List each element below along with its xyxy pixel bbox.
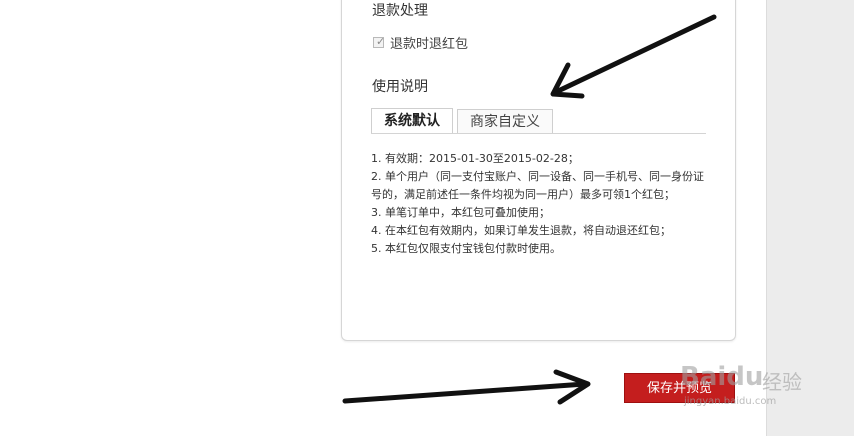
arrow-pointing-to-usage-tabs-icon — [550, 14, 717, 99]
annotation-arrows — [342, 14, 717, 405]
arrow-pointing-to-save-button-icon — [342, 369, 591, 405]
